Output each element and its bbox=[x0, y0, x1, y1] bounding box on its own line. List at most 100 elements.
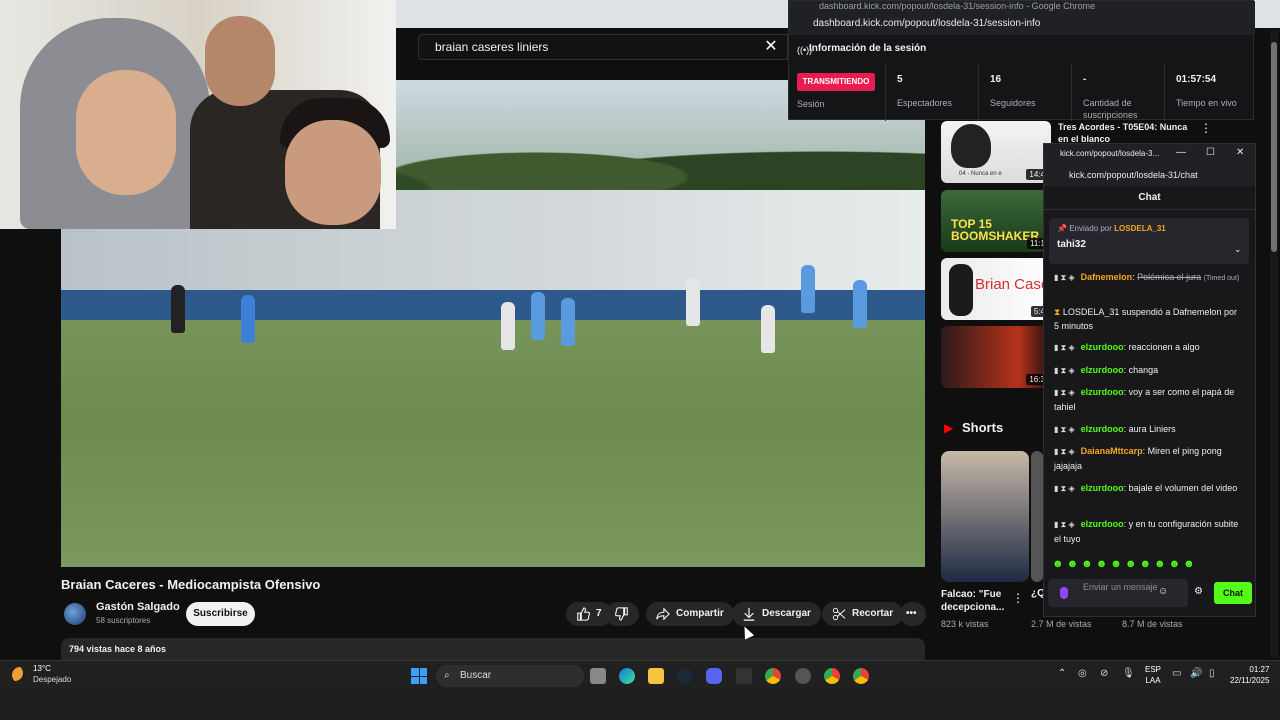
chat-send-button[interactable]: Chat bbox=[1214, 582, 1252, 604]
window-titlebar[interactable]: kick.com/popout/losdela-3... — ☐ ✕ bbox=[1044, 144, 1255, 164]
scrollbar-thumb[interactable] bbox=[1271, 42, 1277, 252]
app-icon[interactable] bbox=[736, 668, 752, 684]
weather-desc[interactable]: Despejado bbox=[33, 675, 71, 684]
obs-icon[interactable] bbox=[795, 668, 811, 684]
rec-title[interactable]: Tres Acordes - T05E04: Nunca en el blanc… bbox=[1058, 121, 1188, 145]
download-icon bbox=[743, 607, 755, 621]
video-player-figure bbox=[801, 265, 815, 313]
chat-text: reaccionen a algo bbox=[1128, 342, 1200, 352]
steam-icon[interactable] bbox=[677, 668, 693, 684]
emoji-icon[interactable]: ☺ bbox=[1158, 586, 1168, 597]
rec-thumbnail[interactable]: 04 - Nunca en e 14:4 bbox=[941, 121, 1051, 183]
discord-icon[interactable] bbox=[706, 668, 722, 684]
search-input[interactable]: braian caseres liniers bbox=[418, 34, 788, 60]
chat-user: elzurdooo bbox=[1080, 483, 1124, 493]
chrome-icon[interactable] bbox=[853, 668, 869, 684]
video-description-box[interactable]: 794 vistas hace 8 años bbox=[61, 638, 925, 660]
rec-overlay: Brian Case bbox=[975, 276, 1050, 293]
more-actions-button[interactable]: ••• bbox=[900, 602, 926, 626]
stat-value: 01:57:54 bbox=[1176, 74, 1217, 85]
address-bar[interactable]: kick.com/popout/losdela-31/chat bbox=[1044, 164, 1255, 186]
minimize-icon[interactable]: — bbox=[1176, 147, 1186, 158]
close-icon[interactable]: ✕ bbox=[762, 38, 780, 56]
chat-message: ▮ ⧗ ◈ elzurdooo: voy a ser como el papá d… bbox=[1054, 387, 1235, 412]
chevron-up-icon[interactable]: ⌃ bbox=[1058, 668, 1066, 679]
folder-icon[interactable] bbox=[648, 668, 664, 684]
rec-thumbnail[interactable]: Brian Case 5:4 bbox=[941, 258, 1051, 320]
chrome-icon[interactable] bbox=[765, 668, 781, 684]
short-menu-icon[interactable]: ⋮ bbox=[1012, 591, 1024, 605]
rec-menu-icon[interactable]: ⋮ bbox=[1200, 121, 1212, 135]
gear-icon[interactable]: ⚙ bbox=[1194, 586, 1203, 597]
battery-icon[interactable]: ▯ bbox=[1209, 668, 1215, 679]
tray-icon[interactable]: ◎ bbox=[1078, 668, 1087, 679]
weather-temp[interactable]: 13°C bbox=[33, 664, 51, 673]
clip-label: Recortar bbox=[852, 608, 894, 619]
session-info-window: dashboard.kick.com/popout/losdela-31/ses… bbox=[788, 0, 1255, 121]
pinned-user: LOSDELA_31 bbox=[1114, 224, 1166, 233]
stat-label: Tiempo en vivo bbox=[1176, 98, 1237, 108]
close-icon[interactable]: ✕ bbox=[1236, 147, 1244, 158]
mod-badge-icon: ▮ ⧗ ◈ bbox=[1054, 388, 1075, 397]
microphone-icon[interactable]: 🎙 bbox=[1122, 668, 1135, 679]
rec-thumbnail[interactable]: 16:3 bbox=[941, 326, 1051, 388]
chat-header: Chat bbox=[1044, 186, 1255, 210]
video-player-figure bbox=[761, 305, 775, 353]
clock[interactable]: 01:27 22/11/2025 bbox=[1230, 664, 1269, 686]
chat-text: bajale el volumen del video bbox=[1128, 483, 1238, 493]
chat-user: elzurdooo bbox=[1080, 387, 1124, 397]
scissors-icon bbox=[832, 607, 846, 621]
clock-time: 01:27 bbox=[1249, 665, 1270, 674]
chat-window: kick.com/popout/losdela-3... — ☐ ✕ kick.… bbox=[1043, 143, 1256, 617]
rec-thumbnail[interactable]: TOP 15 BOOMSHAKER 11:1 bbox=[941, 190, 1051, 252]
dislike-button[interactable] bbox=[605, 602, 639, 626]
chat-text: changa bbox=[1128, 365, 1159, 375]
window-titlebar[interactable]: dashboard.kick.com/popout/losdela-31/ses… bbox=[789, 1, 1255, 15]
stat-value: 16 bbox=[990, 74, 1002, 85]
clip-button[interactable]: Recortar bbox=[822, 602, 904, 626]
stat-label: Espectadores bbox=[897, 98, 953, 108]
thumbs-down-icon bbox=[615, 607, 628, 621]
shorts-heading: Shorts bbox=[962, 420, 1004, 435]
channel-subscribers: 58 suscriptores bbox=[96, 616, 151, 625]
download-button[interactable]: Descargar bbox=[732, 602, 821, 626]
moon-icon[interactable] bbox=[12, 667, 28, 683]
network-icon[interactable]: ▭ bbox=[1172, 668, 1181, 679]
rec-figure bbox=[949, 264, 973, 316]
edge-icon[interactable] bbox=[619, 668, 635, 684]
volume-icon[interactable]: 🔊 bbox=[1190, 668, 1202, 679]
short-title[interactable]: Falcao: "Fue decepciona... bbox=[941, 588, 1009, 614]
chat-user: elzurdooo bbox=[1080, 365, 1124, 375]
live-badge: TRANSMITIENDO bbox=[797, 73, 875, 91]
windows-start-icon[interactable] bbox=[411, 668, 427, 684]
taskbar-search[interactable]: Buscar bbox=[436, 665, 584, 687]
chrome-icon[interactable] bbox=[824, 668, 840, 684]
share-button[interactable]: Compartir bbox=[646, 602, 734, 626]
tray-icon[interactable]: ⊘ bbox=[1100, 668, 1108, 679]
video-player-figure bbox=[531, 292, 545, 340]
maximize-icon[interactable]: ☐ bbox=[1206, 147, 1215, 158]
channel-name[interactable]: Gastón Salgado bbox=[96, 601, 180, 613]
chevron-down-icon[interactable]: ⌄ bbox=[1234, 244, 1242, 255]
short-thumbnail[interactable] bbox=[941, 451, 1029, 582]
rec-figure bbox=[951, 124, 991, 168]
mod-badge-icon: ▮ ⧗ ◈ bbox=[1054, 343, 1075, 352]
emote-row[interactable]: ☻☻☻☻☻☻☻☻☻☻ bbox=[1052, 558, 1198, 570]
address-bar[interactable]: dashboard.kick.com/popout/losdela-31/ses… bbox=[789, 15, 1255, 35]
task-view-icon[interactable] bbox=[590, 668, 606, 684]
session-label: Sesión bbox=[797, 99, 825, 109]
channel-avatar[interactable] bbox=[64, 603, 86, 625]
video-goalkeeper bbox=[171, 285, 185, 333]
subscribe-button[interactable]: Suscribirse bbox=[186, 602, 255, 626]
video-player-figure bbox=[561, 298, 575, 346]
webcam-person-face bbox=[76, 70, 176, 195]
pinned-message[interactable]: 📌 Enviado por LOSDELA_31 tahi32 ⌄ bbox=[1049, 218, 1249, 264]
short-thumbnail[interactable] bbox=[1031, 451, 1043, 582]
thumbs-up-icon bbox=[577, 607, 590, 621]
video-player-figure bbox=[853, 280, 867, 328]
page-scrollbar[interactable] bbox=[1270, 30, 1278, 658]
rec-caption: 04 - Nunca en e bbox=[959, 171, 1002, 177]
language-indicator[interactable]: ESP LAA bbox=[1145, 664, 1161, 686]
chat-user: DaianaMttcarp bbox=[1080, 446, 1143, 456]
chat-user: elzurdooo bbox=[1080, 342, 1124, 352]
